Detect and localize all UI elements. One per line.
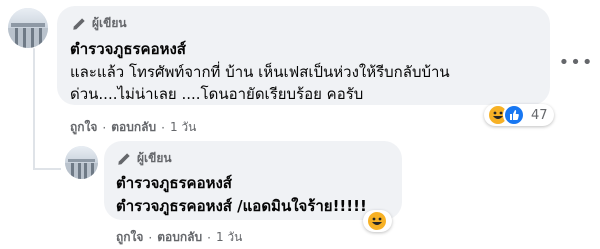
- comment-text-line-1: และแล้ว โทรศัพท์จากที่ บ้าน เห็นเฟสเป็นห…: [70, 63, 450, 81]
- author-badge: ผู้เขียน: [72, 14, 127, 33]
- pen-icon: [118, 152, 130, 165]
- reply-avatar[interactable]: [65, 146, 98, 179]
- comment-actions: ถูกใจ · ตอบกลับ · 1 วัน: [70, 118, 196, 137]
- thread-line-branch: [33, 168, 61, 170]
- author-badge-label: ผู้เขียน: [137, 151, 172, 165]
- haha-icon: [366, 210, 388, 232]
- reply-action[interactable]: ตอบกลับ: [111, 118, 156, 137]
- comment-text-line-2: ด่วน....ไม่น่าเลย ....โดนอายัดเรียบร้อย …: [70, 85, 364, 103]
- comment-timestamp[interactable]: 1 วัน: [170, 118, 196, 137]
- reply-author-badge: ผู้เขียน: [117, 149, 172, 168]
- reaction-count: 47: [531, 107, 548, 123]
- more-options-button[interactable]: •••: [559, 50, 593, 74]
- reaction-summary[interactable]: 47: [484, 104, 554, 126]
- author-badge-label: ผู้เขียน: [92, 16, 127, 30]
- reply-actions: ถูกใจ · ตอบกลับ · 1 วัน: [116, 228, 242, 247]
- like-icon: [503, 104, 525, 126]
- pen-icon: [73, 17, 85, 30]
- reply-action[interactable]: ตอบกลับ: [157, 228, 202, 247]
- thread-line: [33, 48, 35, 170]
- more-horizontal-icon: •••: [558, 51, 594, 73]
- reply-reaction-summary[interactable]: [363, 210, 392, 232]
- reply-timestamp[interactable]: 1 วัน: [216, 228, 242, 247]
- reply-author-name[interactable]: ตำรวจภูธรคอหงส์: [116, 171, 232, 195]
- avatar[interactable]: [8, 8, 48, 48]
- reply-text: ตำรวจภูธรคอหงส์ /แอดมินใจร้าย!!!!!: [116, 197, 367, 215]
- like-action[interactable]: ถูกใจ: [116, 228, 143, 247]
- comment-author-name[interactable]: ตำรวจภูธรคอหงส์: [70, 37, 186, 61]
- like-action[interactable]: ถูกใจ: [70, 118, 97, 137]
